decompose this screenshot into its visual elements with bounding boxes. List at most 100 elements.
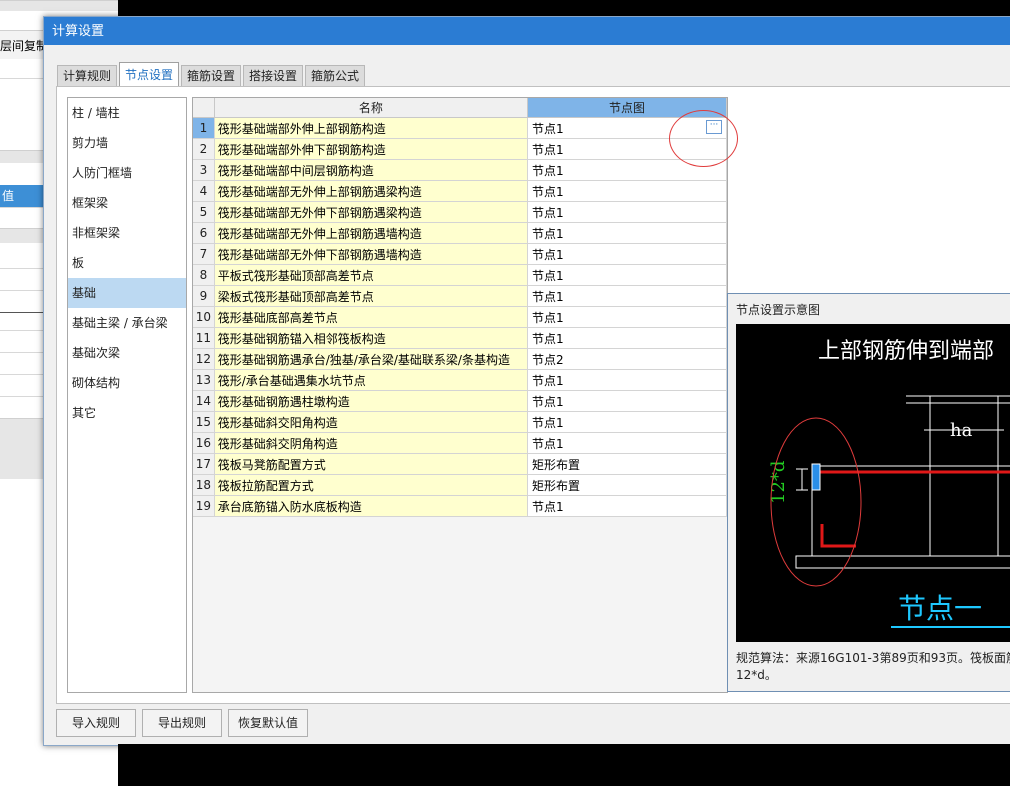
node-value-cell[interactable]: 节点1 [527,285,727,307]
node-value-text: 节点1 [532,226,564,241]
node-value-cell[interactable]: 节点1 [527,222,727,244]
category-item[interactable]: 柱 / 墙柱 [68,98,186,128]
table-row[interactable]: 4 筏形基础端部无外伸上部钢筋遇梁构造 节点1 [193,180,727,202]
hook-marker [811,463,821,491]
setting-name-cell[interactable]: 平板式筏形基础顶部高差节点 [214,264,529,286]
setting-name-cell[interactable]: 筏形基础端部中间层钢筋构造 [214,159,529,181]
node-value-cell[interactable]: 节点1 [527,264,727,286]
table-row[interactable]: 11 筏形基础钢筋锚入相邻筏板构造 节点1 [193,327,727,349]
node-value-cell[interactable]: 节点1 [527,327,727,349]
table-row[interactable]: 12 筏形基础钢筋遇承台/独基/承台梁/基础联系梁/条基构造 节点2 [193,348,727,370]
table-row[interactable]: 18 筏板拉筋配置方式 矩形布置 [193,474,727,496]
table-row[interactable]: 3 筏形基础端部中间层钢筋构造 节点1 [193,159,727,181]
tab-stirrup-formula[interactable]: 箍筋公式 [305,65,366,86]
row-number: 1 [193,117,215,139]
ha-label: ha [950,420,973,441]
category-item[interactable]: 人防门框墙 [68,158,186,188]
export-rules-button[interactable]: 导出规则 [142,709,222,737]
background-value-header: 值 [0,185,46,207]
setting-name-cell[interactable]: 筏形/承台基础遇集水坑节点 [214,369,529,391]
restore-defaults-button[interactable]: 恢复默认值 [228,709,308,737]
node-value-cell[interactable]: 节点1 [527,495,727,517]
setting-name-cell[interactable]: 筏形基础钢筋遇柱墩构造 [214,390,529,412]
node-value-cell[interactable]: 节点2 [527,348,727,370]
node-value-cell[interactable]: 节点1 [527,411,727,433]
setting-name-cell[interactable]: 筏形基础端部无外伸下部钢筋遇梁构造 [214,201,529,223]
node-value-cell[interactable]: 节点1 [527,180,727,202]
table-row[interactable]: 19 承台底筋锚入防水底板构造 节点1 [193,495,727,517]
setting-name-cell[interactable]: 筏形基础端部无外伸下部钢筋遇墙构造 [214,243,529,265]
tab-lap-settings[interactable]: 搭接设置 [243,65,304,86]
row-number: 14 [193,390,215,412]
node-value-text: 节点1 [532,163,564,178]
category-item[interactable]: 非框架梁 [68,218,186,248]
import-rules-button[interactable]: 导入规则 [56,709,136,737]
tab-node-settings[interactable]: 节点设置 [119,62,180,87]
category-item[interactable]: 剪力墙 [68,128,186,158]
node-value-text: 节点1 [532,142,564,157]
table-row[interactable]: 9 梁板式筏形基础顶部高差节点 节点1 [193,285,727,307]
row-number: 5 [193,201,215,223]
table-row[interactable]: 10 筏形基础底部高差节点 节点1 [193,306,727,328]
setting-name-cell[interactable]: 筏板马凳筋配置方式 [214,453,529,475]
preview-description-line: 12*d。 [736,668,777,682]
node-value-cell[interactable]: 矩形布置 [527,453,727,475]
setting-name-cell[interactable]: 筏形基础钢筋锚入相邻筏板构造 [214,327,529,349]
node-value-cell[interactable]: 节点1 [527,306,727,328]
table-row[interactable]: 17 筏板马凳筋配置方式 矩形布置 [193,453,727,475]
setting-name-cell[interactable]: 筏形基础端部外伸下部钢筋构造 [214,138,529,160]
bottom-rebar [820,524,856,548]
node-value-text: 节点1 [532,205,564,220]
setting-name-cell[interactable]: 梁板式筏形基础顶部高差节点 [214,285,529,307]
row-number: 18 [193,474,215,496]
table-row[interactable]: 15 筏形基础斜交阳角构造 节点1 [193,411,727,433]
setting-name-cell[interactable]: 筏形基础端部无外伸上部钢筋遇墙构造 [214,222,529,244]
node-value-text: 节点1 [532,436,564,451]
category-item[interactable]: 基础次梁 [68,338,186,368]
node-value-cell[interactable]: 节点1 [527,201,727,223]
row-number: 13 [193,369,215,391]
node-value-text: 节点1 [532,415,564,430]
column-header-name[interactable]: 名称 [214,98,529,118]
node-value-cell[interactable]: 节点1 [527,432,727,454]
row-number: 12 [193,348,215,370]
background-copy-label[interactable]: 层间复制 [0,37,48,54]
setting-name-cell[interactable]: 筏形基础端部无外伸上部钢筋遇梁构造 [214,180,529,202]
setting-name-cell[interactable]: 筏形基础端部外伸上部钢筋构造 [214,117,529,139]
node-value-cell[interactable]: 节点1 [527,369,727,391]
setting-name-cell[interactable]: 筏形基础钢筋遇承台/独基/承台梁/基础联系梁/条基构造 [214,348,529,370]
setting-name-cell[interactable]: 筏形基础斜交阳角构造 [214,411,529,433]
node-value-cell[interactable]: 节点1 [527,390,727,412]
setting-name-cell[interactable]: 筏板拉筋配置方式 [214,474,529,496]
node-value-text: 节点1 [532,310,564,325]
node-value-cell[interactable]: 节点1 [527,243,727,265]
table-row[interactable]: 6 筏形基础端部无外伸上部钢筋遇墙构造 节点1 [193,222,727,244]
category-item[interactable]: 砌体结构 [68,368,186,398]
node-value-text: 节点1 [532,289,564,304]
node-diagram-svg: 上部钢筋伸到端部 ha 12*d 节点一 [768,339,1010,628]
table-row[interactable]: 1 筏形基础端部外伸上部钢筋构造 节点1 ··· [193,117,727,139]
table-row[interactable]: 2 筏形基础端部外伸下部钢筋构造 节点1 [193,138,727,160]
row-number: 10 [193,306,215,328]
table-row[interactable]: 16 筏形基础斜交阴角构造 节点1 [193,432,727,454]
category-item[interactable]: 框架梁 [68,188,186,218]
tab-calc-rules[interactable]: 计算规则 [57,65,118,86]
setting-name-cell[interactable]: 筏形基础斜交阴角构造 [214,432,529,454]
table-row[interactable]: 5 筏形基础端部无外伸下部钢筋遇梁构造 节点1 [193,201,727,223]
category-item[interactable]: 基础主梁 / 承台梁 [68,308,186,338]
annotation-circle [669,110,738,167]
tab-stirrup-settings[interactable]: 箍筋设置 [181,65,242,86]
table-row[interactable]: 14 筏形基础钢筋遇柱墩构造 节点1 [193,390,727,412]
node-settings-grid: 名称 节点图 1 筏形基础端部外伸上部钢筋构造 节点1 ··· 2 筏形基础端部外伸下部钢… [192,97,728,693]
node-value-cell[interactable]: 矩形布置 [527,474,727,496]
category-item[interactable]: 其它 [68,398,186,428]
setting-name-cell[interactable]: 承台底筋锚入防水底板构造 [214,495,529,517]
dialog-titlebar[interactable]: 计算设置 [44,17,1010,45]
category-item[interactable]: 基础 [68,278,186,308]
table-row[interactable]: 7 筏形基础端部无外伸下部钢筋遇墙构造 节点1 [193,243,727,265]
diagram-cushion [795,555,1010,569]
category-item[interactable]: 板 [68,248,186,278]
setting-name-cell[interactable]: 筏形基础底部高差节点 [214,306,529,328]
table-row[interactable]: 8 平板式筏形基础顶部高差节点 节点1 [193,264,727,286]
table-row[interactable]: 13 筏形/承台基础遇集水坑节点 节点1 [193,369,727,391]
